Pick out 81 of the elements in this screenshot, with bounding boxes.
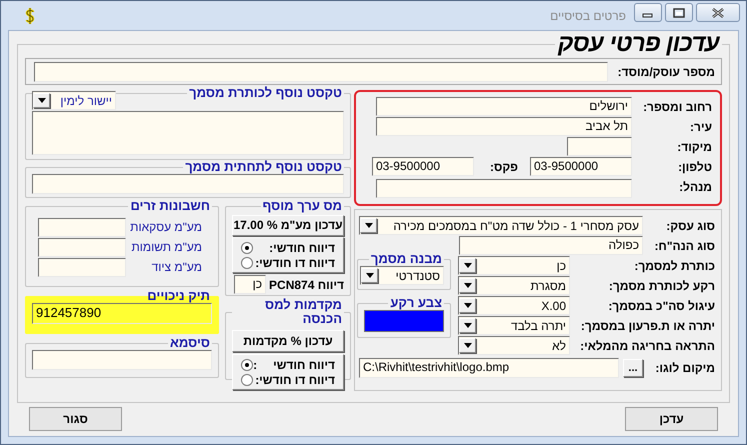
input-field[interactable]: C:\Rivhit\testrivhit\logo.bmp — [359, 358, 619, 378]
input-field[interactable] — [32, 350, 212, 370]
update-vat-button[interactable]: עדכון מע"מ % 17.00 — [232, 214, 344, 236]
color-swatch[interactable] — [364, 310, 444, 332]
input-field[interactable] — [38, 258, 126, 276]
field-label: רחוב ומספר: — [642, 98, 712, 116]
input-field[interactable]: תל אביב — [376, 117, 632, 136]
input-field[interactable] — [32, 174, 344, 194]
group-title: טקסט נוסף לכותרת מסמך — [188, 86, 343, 100]
input-field[interactable]: כפולה — [459, 236, 643, 255]
field-label: עיר: — [689, 118, 712, 136]
caret-icon — [366, 273, 374, 278]
input-field[interactable] — [376, 178, 632, 198]
field-label: יתרה או ת.פרעון במסמך: — [580, 318, 716, 334]
caret-icon — [464, 343, 472, 348]
update-button[interactable]: עדכן — [625, 407, 718, 431]
group-title: סיסמא — [169, 336, 211, 350]
input-field[interactable]: כן — [234, 275, 266, 294]
field-label: דיווח דו חודשי: — [255, 372, 335, 388]
group-title: חשבונות זרים — [129, 199, 211, 213]
page-heading: עדכון פרטי עסק — [556, 31, 721, 57]
dropdown[interactable]: לא — [458, 336, 570, 355]
caret-icon — [464, 263, 472, 268]
field-label: טלפון: — [677, 158, 712, 176]
dropdown[interactable]: מסגרת — [458, 276, 570, 295]
input-field[interactable] — [38, 238, 126, 256]
field-label: : — [253, 356, 258, 374]
field-label: עיגול סה"כ במסמך: — [607, 298, 716, 314]
group-title: צבע רקע — [389, 296, 443, 310]
field-label: פקס: — [490, 158, 518, 176]
close-icon[interactable] — [710, 6, 726, 18]
field-label: דיווח דו חודשי: — [255, 254, 335, 272]
text-area[interactable] — [32, 111, 344, 155]
input-field[interactable] — [567, 137, 632, 156]
field-label: סוג עסק: — [665, 218, 716, 234]
dropdown[interactable]: סטנדרטי — [360, 266, 444, 285]
field-label: מספר עוסק/מוסד: — [618, 64, 715, 80]
field-label: מיקוד: — [676, 138, 712, 156]
radio-button[interactable] — [241, 374, 253, 386]
group-title: תיק ניכויים — [146, 289, 211, 303]
input-field[interactable]: 912457890 — [32, 303, 212, 324]
group-title: מבנה מסמך — [370, 252, 443, 266]
field-label: מע"מ ציוד — [152, 259, 202, 276]
caret-icon — [464, 323, 472, 328]
field-label: כותרת למסמך: — [633, 258, 716, 274]
field-label: סוג הנה"ח: — [653, 238, 716, 254]
group-title: מס ערך מוסף — [262, 199, 343, 213]
radio-button[interactable] — [241, 256, 253, 268]
input-field[interactable]: 03-9500000 — [372, 157, 474, 176]
browse-button[interactable]: ... — [623, 358, 643, 376]
input-field[interactable] — [34, 62, 608, 82]
field-label: דיווח PCN874 — [269, 276, 344, 294]
dropdown[interactable]: יישור לימין — [32, 91, 116, 110]
field-label: דיווח חודשי: — [269, 240, 335, 256]
group-title: טקסט נוסף לתחתית מסמך — [184, 160, 343, 174]
group-title: מקדמות למס הכנסה — [264, 298, 343, 326]
input-field[interactable] — [38, 218, 126, 236]
dropdown[interactable]: יתרה בלבד — [458, 316, 570, 335]
input-field[interactable]: ירושלים — [376, 97, 632, 116]
caret-icon — [464, 283, 472, 288]
radio-button[interactable] — [241, 358, 253, 370]
caret-icon — [364, 223, 372, 228]
field-label: מיקום לוגו: — [654, 360, 716, 376]
dollar-icon — [25, 6, 35, 24]
update-advances-button[interactable]: עדכון % מקדמות — [232, 330, 344, 352]
input-field[interactable]: 03-9500000 — [530, 157, 632, 176]
caret-icon — [38, 98, 46, 103]
field-label: התראה בחריגה מהמלאי: — [579, 338, 716, 354]
field-label: מנהל: — [678, 178, 712, 196]
close-button[interactable]: סגור — [29, 407, 122, 431]
field-label: רקע לכותרת מסמך: — [608, 278, 716, 294]
dropdown[interactable]: X.00 — [458, 296, 570, 315]
field-label: מע"מ תשומות — [131, 239, 202, 256]
radio-button[interactable] — [241, 242, 253, 254]
dropdown[interactable]: כן — [458, 256, 570, 275]
field-label: דיווח חודשי — [273, 356, 335, 374]
window-title: פרטים בסיסיים — [550, 8, 626, 24]
field-label: מע"מ עסקאות — [130, 219, 202, 236]
caret-icon — [464, 303, 472, 308]
dropdown[interactable]: עסק מסחרי 1 - כולל שדה מט"ח במסמכים מכירה — [359, 216, 643, 235]
maximize-icon[interactable] — [671, 6, 687, 18]
